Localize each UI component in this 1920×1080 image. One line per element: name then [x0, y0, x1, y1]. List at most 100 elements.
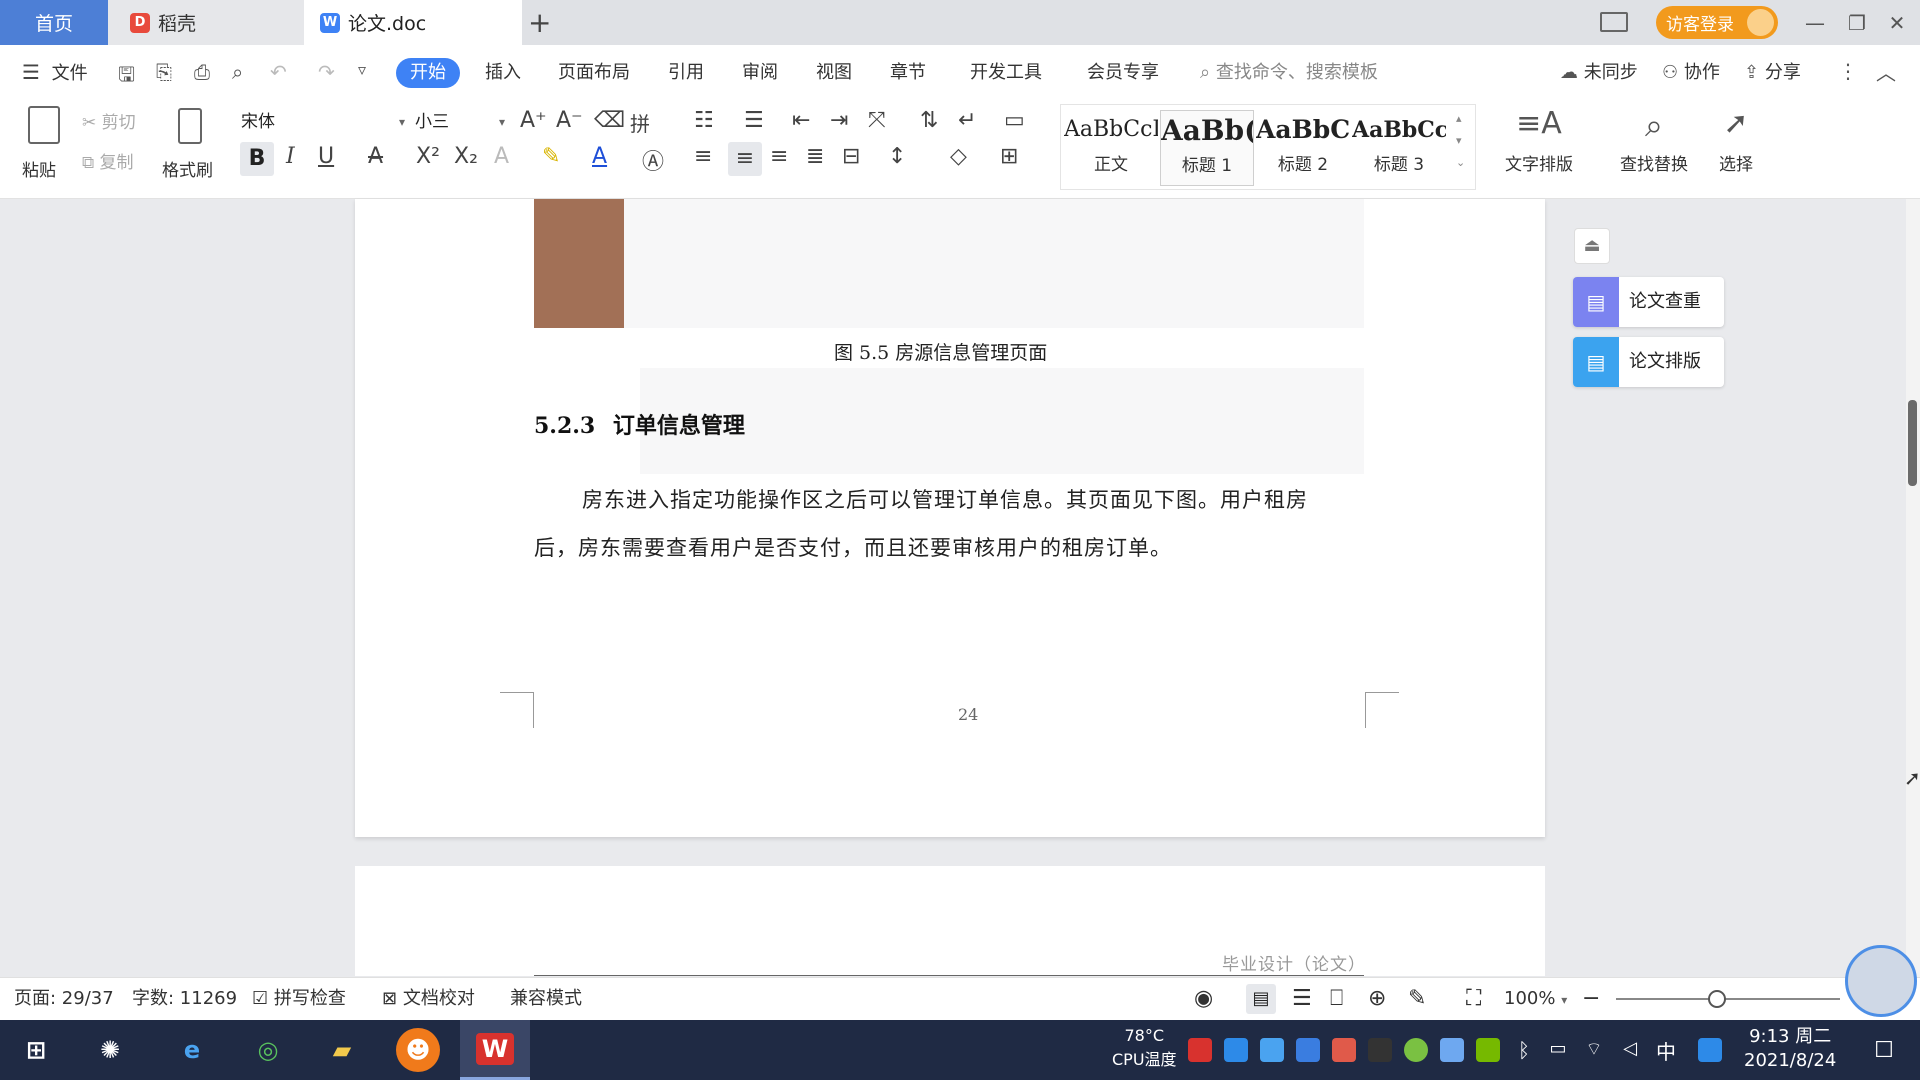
text-effect-icon[interactable]: A: [494, 144, 509, 169]
next-document-page[interactable]: [355, 866, 1545, 976]
assistant-avatar[interactable]: [1845, 945, 1917, 1017]
share-button[interactable]: ⇪ 分享: [1744, 45, 1801, 100]
bullet-list-icon[interactable]: ☷: [694, 108, 714, 133]
align-center-icon[interactable]: ≡: [728, 142, 762, 176]
tray-app-icon[interactable]: [1332, 1038, 1356, 1062]
file-explorer-icon[interactable]: ▰: [320, 1028, 364, 1072]
eye-protection-icon[interactable]: ◉: [1194, 978, 1213, 1020]
word-count[interactable]: 字数: 11269: [132, 978, 237, 1020]
scrollbar-thumb[interactable]: [1908, 400, 1917, 486]
decrease-indent-icon[interactable]: ⇤: [792, 108, 810, 133]
highlight-icon[interactable]: ✎: [542, 144, 560, 169]
tab-daoke[interactable]: D 稻壳: [108, 0, 304, 45]
clear-format-icon[interactable]: ⌫: [594, 108, 625, 133]
save-icon[interactable]: 🖫: [118, 60, 135, 94]
align-right-icon[interactable]: ≡: [770, 144, 788, 169]
minimize-button[interactable]: —: [1800, 8, 1830, 38]
distributed-icon[interactable]: ⊟: [842, 144, 860, 169]
tray-app-icon[interactable]: [1224, 1038, 1248, 1062]
show-marks-icon[interactable]: ↵: [958, 108, 976, 133]
borders-icon[interactable]: ⊞: [1000, 144, 1018, 169]
sync-status[interactable]: ☁ 未同步: [1560, 45, 1638, 100]
new-tab-button[interactable]: +: [528, 6, 551, 39]
customize-toolbar-icon[interactable]: ▿: [358, 60, 366, 79]
security-shield-icon[interactable]: [1296, 1038, 1320, 1062]
style-normal[interactable]: AaBbCcI 正文: [1064, 110, 1158, 186]
paragraph-line[interactable]: 后，房东需要查看用户是否支付，而且还要审核用户的租房订单。: [534, 532, 1172, 562]
file-menu[interactable]: ☰ 文件: [22, 45, 88, 100]
bluetooth-icon[interactable]: ᛒ: [1512, 1038, 1536, 1062]
char-border-icon[interactable]: Ⓐ: [642, 144, 664, 176]
tab-document[interactable]: W 论文.doc: [304, 0, 522, 45]
shading-icon[interactable]: ◇: [950, 144, 967, 169]
restore-button[interactable]: ❐: [1842, 8, 1872, 38]
guest-login-button[interactable]: 访客登录: [1656, 6, 1778, 39]
cut-button[interactable]: ✂ 剪切: [82, 108, 136, 133]
ruler-icon[interactable]: ▭: [1004, 108, 1025, 133]
underline-icon[interactable]: U: [318, 144, 334, 169]
command-search[interactable]: ⌕ 查找命令、搜索模板: [1200, 45, 1378, 100]
tray-app-icon[interactable]: [1260, 1038, 1284, 1062]
superscript-icon[interactable]: X²: [416, 144, 440, 169]
collapse-ribbon-icon[interactable]: ︿: [1876, 57, 1896, 86]
paste-button[interactable]: 粘贴: [22, 106, 70, 184]
export-pdf-icon[interactable]: ⎘: [156, 60, 172, 84]
system-clock[interactable]: 9:13 周二 2021/8/24: [1744, 1025, 1836, 1073]
close-button[interactable]: ✕: [1882, 8, 1912, 38]
zoom-level[interactable]: 100% ▾: [1504, 978, 1567, 1021]
menu-member[interactable]: 会员专享: [1087, 45, 1159, 100]
zoom-slider-track[interactable]: [1616, 998, 1840, 1000]
qq-icon[interactable]: [1368, 1038, 1392, 1062]
fit-page-icon[interactable]: ⛶: [1466, 978, 1481, 1020]
web-view-icon[interactable]: ⊕: [1368, 978, 1386, 1020]
qq-browser-icon[interactable]: [1698, 1038, 1722, 1062]
style-heading-1[interactable]: AaBb( 标题 1: [1160, 110, 1254, 186]
wifi-icon[interactable]: ⌔: [1582, 1038, 1606, 1062]
justify-icon[interactable]: ≣: [806, 144, 824, 169]
phonetic-guide-icon[interactable]: 拼: [630, 108, 650, 137]
menu-references[interactable]: 引用: [668, 45, 704, 100]
menu-developer[interactable]: 开发工具: [970, 45, 1042, 100]
outline-view-icon[interactable]: ☰: [1292, 978, 1312, 1020]
copy-button[interactable]: ⧉ 复制: [82, 148, 134, 173]
doc-proofread-button[interactable]: ⊠ 文档校对: [382, 978, 475, 1020]
grow-font-icon[interactable]: A⁺: [520, 108, 547, 133]
app-pinwheel-icon[interactable]: ✺: [88, 1028, 132, 1072]
font-size-select[interactable]: 小三 ▾: [410, 107, 510, 137]
menu-start[interactable]: 开始: [396, 58, 460, 88]
chinese-layout-icon[interactable]: ⤧: [868, 108, 886, 133]
print-icon[interactable]: ⎙: [194, 60, 210, 84]
cpu-temperature[interactable]: 78°C CPU温度: [1112, 1024, 1177, 1072]
bold-icon[interactable]: B: [240, 142, 274, 176]
volume-icon[interactable]: ◁: [1618, 1038, 1642, 1062]
window-layout-icon[interactable]: [1600, 12, 1628, 32]
paragraph-line[interactable]: 房东进入指定功能操作区之后可以管理订单信息。其页面见下图。用户租房: [582, 484, 1308, 514]
notification-center-icon[interactable]: ☐: [1862, 1028, 1906, 1072]
redo-icon[interactable]: ↷: [318, 60, 335, 84]
font-color-icon[interactable]: A: [592, 144, 607, 169]
menu-review[interactable]: 审阅: [742, 45, 778, 100]
tray-app-icon[interactable]: [1404, 1038, 1428, 1062]
menu-view[interactable]: 视图: [816, 45, 852, 100]
tab-home[interactable]: 首页: [0, 0, 108, 45]
align-left-icon[interactable]: ≡: [694, 144, 712, 169]
undo-icon[interactable]: ↶: [270, 60, 287, 84]
reading-view-icon[interactable]: ⎕: [1330, 978, 1343, 1020]
strikethrough-icon[interactable]: A: [368, 144, 383, 169]
select-button[interactable]: ➚ 选择: [1706, 106, 1766, 190]
collaborate-button[interactable]: ⚇ 协作: [1662, 45, 1720, 100]
more-icon[interactable]: ⋮: [1838, 59, 1858, 83]
page-indicator[interactable]: 页面: 29/37: [14, 978, 114, 1020]
zoom-slider-handle[interactable]: [1708, 990, 1726, 1008]
find-replace-button[interactable]: ⌕ 查找替换: [1606, 106, 1702, 190]
styles-scroll-arrows[interactable]: ▴ ▾ ⌄: [1456, 108, 1465, 174]
vertical-scrollbar[interactable]: [1906, 199, 1920, 977]
windows-start-icon[interactable]: ⊞: [14, 1028, 58, 1072]
nvidia-icon[interactable]: [1476, 1038, 1500, 1062]
italic-icon[interactable]: I: [286, 144, 295, 169]
thesis-check-button[interactable]: ▤ 论文查重: [1573, 277, 1724, 327]
font-name-select[interactable]: 宋体 ▾: [236, 107, 410, 137]
print-preview-icon[interactable]: ⌕: [232, 60, 243, 84]
app-mascot-icon[interactable]: ☻: [396, 1028, 440, 1072]
menu-page-layout[interactable]: 页面布局: [558, 45, 630, 100]
